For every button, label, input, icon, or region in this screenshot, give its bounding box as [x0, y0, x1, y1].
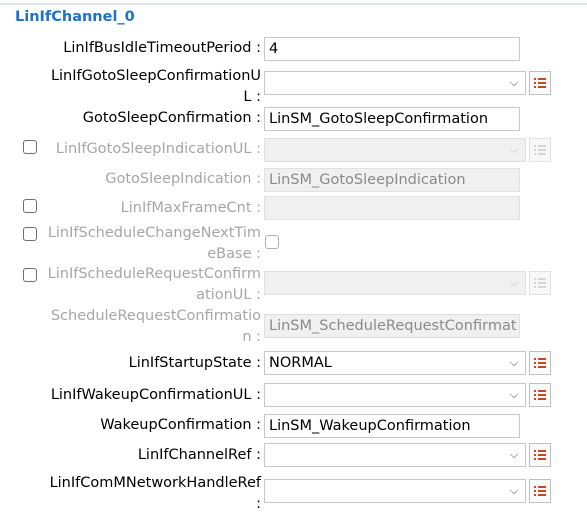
comm-network-handle-ref-list-button[interactable] [529, 479, 551, 503]
schedule-request-conf-ul-list-button[interactable] [529, 271, 551, 295]
schedule-request-conf-ul-select[interactable]: ⌵ [264, 271, 526, 295]
list-icon [534, 390, 546, 400]
chevron-down-icon: ⌵ [509, 448, 519, 461]
list-icon [534, 486, 546, 496]
top-divider [0, 3, 587, 5]
bus-idle-timeout-input[interactable]: 4 [264, 37, 520, 61]
list-icon [534, 358, 546, 368]
startup-state-label: LinIfStartupState : [128, 355, 261, 371]
chevron-down-icon: ⌵ [509, 484, 519, 497]
channel-ref-select[interactable]: ⌵ [264, 443, 526, 467]
bus-idle-timeout-label: LinIfBusIdleTimeoutPeriod : [63, 40, 261, 56]
goto-sleep-conf-ul-select[interactable]: ⌵ [264, 71, 526, 95]
comm-network-handle-ref-select[interactable]: ⌵ [264, 479, 526, 503]
schedule-request-confirmation-input[interactable]: LinSM_ScheduleRequestConfirmat [264, 314, 520, 338]
schedule-change-next-timebase-label: LinIfScheduleChangeNextTimeBase : [47, 225, 261, 262]
wakeup-confirmation-input[interactable]: LinSM_WakeupConfirmation [264, 414, 520, 438]
chevron-down-icon: ⌵ [509, 276, 519, 289]
list-icon [534, 145, 546, 155]
startup-state-select[interactable]: NORMAL ⌵ [264, 351, 526, 375]
schedule-request-conf-ul-checkbox[interactable] [23, 268, 37, 282]
channel-ref-label: LinIfChannelRef : [137, 447, 261, 463]
wakeup-confirmation-label: WakeupConfirmation : [100, 417, 261, 433]
goto-sleep-indication-input[interactable]: LinSM_GotoSleepIndication [264, 168, 520, 192]
goto-sleep-confirmation-input[interactable]: LinSM_GotoSleepConfirmation [264, 107, 520, 131]
schedule-change-next-timebase-value-checkbox[interactable] [265, 235, 279, 249]
wakeup-conf-ul-list-button[interactable] [529, 383, 551, 407]
goto-sleep-indication-ul-label: LinIfGotoSleepIndicationUL : [55, 141, 261, 157]
goto-sleep-conf-ul-label: LinIfGotoSleepConfirmationUL : [50, 68, 261, 105]
max-frame-cnt-label: LinIfMaxFrameCnt : [120, 200, 261, 216]
schedule-change-next-timebase-checkbox[interactable] [23, 227, 37, 241]
section-title: LinIfChannel_0 [15, 9, 135, 25]
channel-ref-list-button[interactable] [529, 443, 551, 467]
startup-state-value: NORMAL [269, 355, 332, 371]
goto-sleep-indication-label: GotoSleepIndication : [105, 171, 261, 187]
max-frame-cnt-checkbox[interactable] [23, 199, 37, 213]
startup-state-list-button[interactable] [529, 351, 551, 375]
list-icon [534, 78, 546, 88]
list-icon [534, 450, 546, 460]
goto-sleep-indication-ul-checkbox[interactable] [23, 140, 37, 154]
schedule-request-conf-ul-label: LinIfScheduleRequestConfirmationUL : [47, 266, 261, 303]
wakeup-conf-ul-select[interactable]: ⌵ [264, 383, 526, 407]
goto-sleep-indication-ul-list-button[interactable] [529, 138, 551, 162]
max-frame-cnt-input[interactable] [264, 196, 520, 220]
goto-sleep-indication-ul-select[interactable]: ⌵ [264, 138, 526, 162]
goto-sleep-conf-ul-list-button[interactable] [529, 71, 551, 95]
chevron-down-icon: ⌵ [509, 143, 519, 156]
chevron-down-icon: ⌵ [509, 356, 519, 369]
comm-network-handle-ref-label: LinIfComMNetworkHandleRef : [49, 475, 261, 512]
chevron-down-icon: ⌵ [509, 388, 519, 401]
chevron-down-icon: ⌵ [509, 76, 519, 89]
list-icon [534, 278, 546, 288]
wakeup-conf-ul-label: LinIfWakeupConfirmationUL : [50, 387, 261, 403]
goto-sleep-confirmation-label: GotoSleepConfirmation : [82, 110, 261, 126]
schedule-request-confirmation-label: ScheduleRequestConfirmation : [50, 308, 261, 345]
